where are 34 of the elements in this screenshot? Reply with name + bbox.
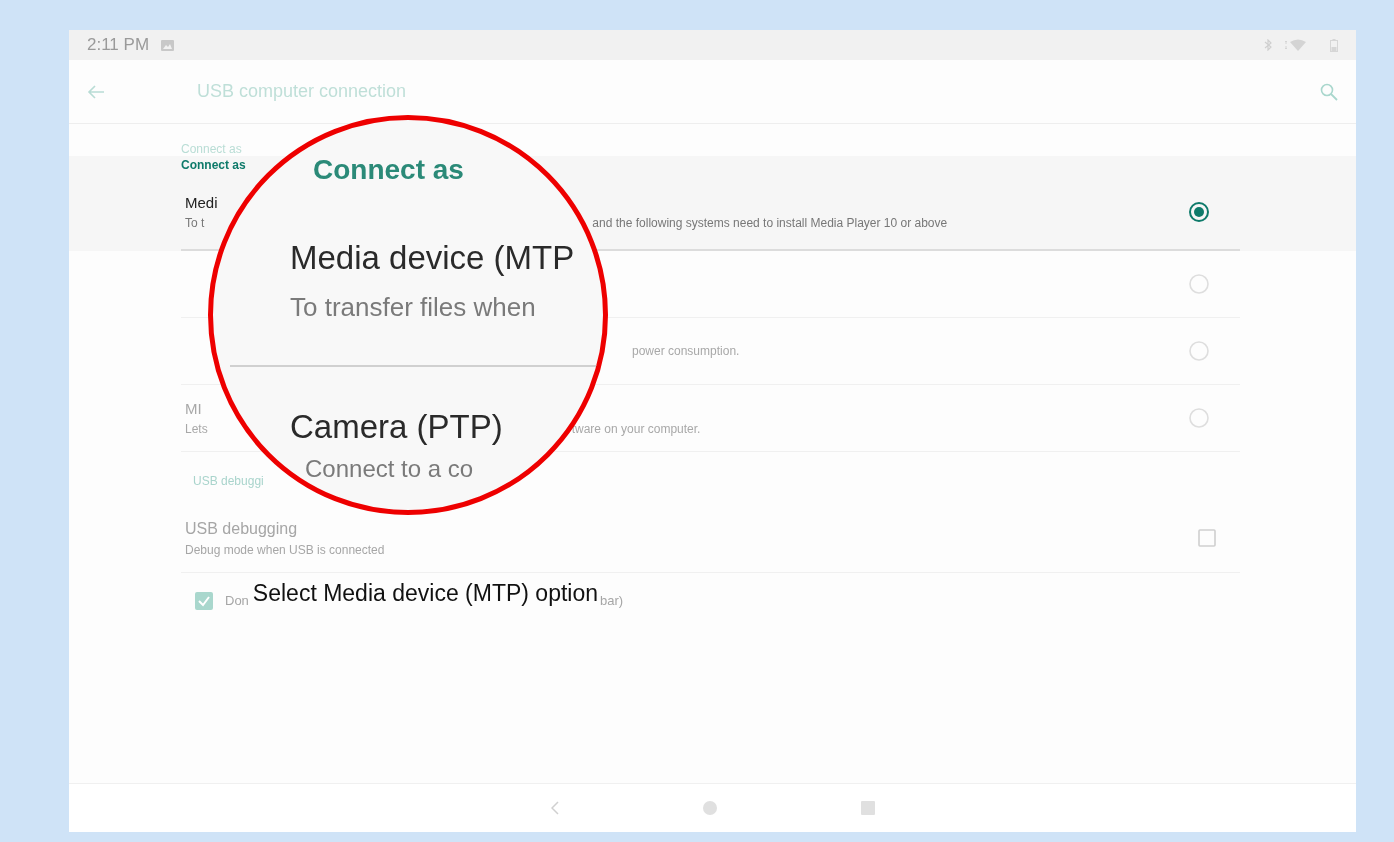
option-summary: Debug mode when USB is connected (185, 542, 386, 557)
battery-icon (1330, 38, 1338, 52)
search-icon[interactable] (1320, 82, 1338, 101)
option-summary: and the following systems need to install Media Player 10 or above (592, 215, 948, 230)
option-title: MI (185, 400, 203, 417)
checkbox[interactable] (195, 591, 213, 610)
instruction-caption: Select Media device (MTP) option (252, 580, 598, 607)
back-arrow-icon[interactable] (87, 83, 105, 100)
zoomed-option-title: Camera (PTP) (290, 407, 503, 447)
home-circle-icon[interactable] (702, 801, 717, 815)
checkbox[interactable] (1198, 529, 1216, 547)
option-summary: Lets (185, 422, 208, 436)
category-label: Connect as (181, 142, 242, 156)
option-summary: power consumption. (632, 344, 740, 358)
back-chevron-icon[interactable] (550, 801, 559, 815)
checkbox-label: bar) (600, 593, 624, 608)
zoomed-option-summary: To transfer files when (290, 291, 536, 324)
option-title: Medi (185, 193, 219, 211)
image-icon (161, 39, 175, 51)
status-time: 2:11 PM (87, 35, 150, 55)
option-summary: tware on your computer. (571, 422, 701, 436)
option-summary: To t (185, 215, 205, 230)
zoomed-option-summary: Connect to a co (305, 454, 474, 484)
wifi-icon (1284, 39, 1306, 51)
category-label: Connect as (181, 158, 246, 172)
recents-square-icon[interactable] (860, 801, 875, 815)
zoomed-heading: Connect as (313, 153, 464, 187)
bluetooth-icon (1264, 39, 1272, 51)
category-label: USB debuggi (193, 474, 264, 488)
checkbox-label: Don (225, 593, 249, 608)
radio-button[interactable] (1188, 200, 1210, 223)
option-title: USB debugging (185, 519, 299, 538)
zoomed-option-title: Media device (MTP (290, 238, 575, 278)
screen-title: USB computer connection (197, 81, 408, 102)
